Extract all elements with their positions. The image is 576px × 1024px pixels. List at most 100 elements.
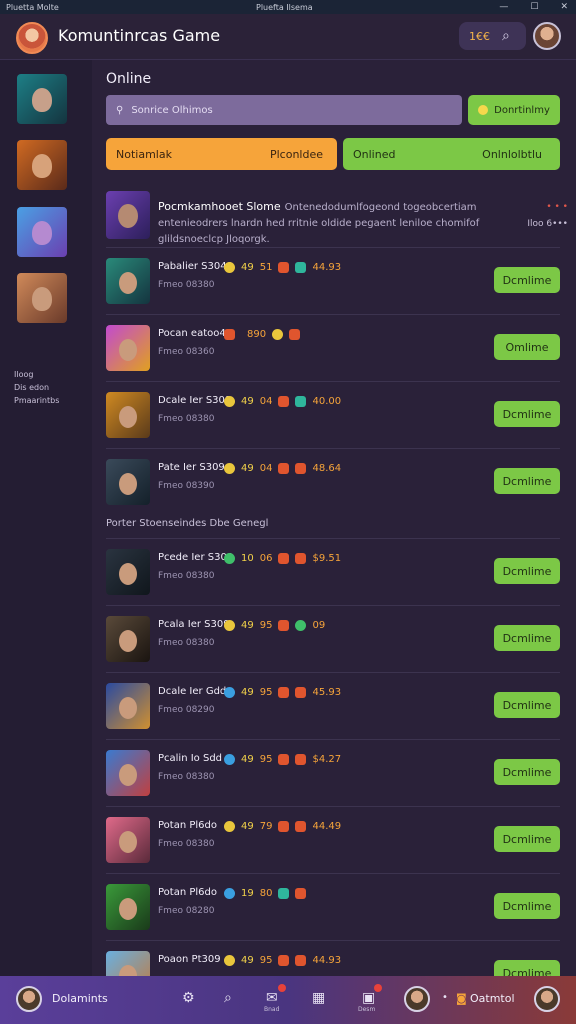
game-row[interactable]: Pabalier S3049 Fmeo 08380 49 51 44.93 Dcmlime xyxy=(106,247,560,313)
notification-badge xyxy=(374,984,382,992)
game-name: Pcala Ier S309 xyxy=(158,619,230,630)
close-button[interactable]: ✕ xyxy=(560,2,568,12)
sidebar-game-thumb[interactable] xyxy=(17,273,67,323)
stat-icon xyxy=(278,821,290,832)
featured-game[interactable]: Pocmkamhooet Slome Ontenedodumlfogeond to… xyxy=(106,191,568,247)
grid-icon[interactable]: ▦ xyxy=(312,990,325,1006)
game-stats: 49 95 09 xyxy=(224,620,325,631)
stat-icon xyxy=(295,687,307,698)
game-sub: Fmeo 08380 xyxy=(158,638,215,648)
game-thumb xyxy=(106,750,150,796)
game-name: Pabalier S3049 xyxy=(158,261,233,272)
header-pill-value: 1€€ xyxy=(469,29,490,43)
stat-icon xyxy=(278,888,290,899)
game-row[interactable]: Dcale Ier Gdd Fmeo 08290 49 95 45.93 Dcmlime xyxy=(106,672,560,738)
stat-icon xyxy=(224,396,235,407)
stat-value: 04 xyxy=(259,463,273,474)
row-action-button[interactable]: Dcmlime xyxy=(494,893,560,919)
bottom-label-left[interactable]: Dolamints xyxy=(52,992,108,1005)
stat-value: 48.64 xyxy=(312,463,342,474)
game-sub: Fmeo 08290 xyxy=(158,705,215,715)
game-stats: 49 04 40.00 xyxy=(224,396,341,407)
stat-value: 95 xyxy=(259,620,273,631)
row-action-button[interactable]: Omlime xyxy=(494,334,560,360)
stat-icon xyxy=(224,262,235,273)
sidebar: Iloog Dis edon Pmaarintbs xyxy=(0,60,92,976)
game-thumb xyxy=(106,549,150,595)
game-stats: 10 06 $9.51 xyxy=(224,553,341,564)
game-row[interactable]: Pocan eatoo49 Fmeo 08360 890 Omlime xyxy=(106,314,560,380)
tab-notifications[interactable]: Notiamlak Plconldee xyxy=(106,138,337,170)
game-name: Pcede Ier S309 xyxy=(158,552,234,563)
minimize-button[interactable]: — xyxy=(499,2,508,12)
app-logo-avatar[interactable] xyxy=(16,22,48,54)
search-button[interactable]: Donrtinlmy xyxy=(468,95,560,125)
stat-icon xyxy=(224,553,235,564)
game-thumb xyxy=(106,258,150,304)
search-placeholder: Sonrice Olhimos xyxy=(131,104,213,116)
game-sub: Fmeo 08360 xyxy=(158,347,215,357)
row-action-button[interactable]: Dcmlime xyxy=(494,267,560,293)
sidebar-game-thumb[interactable] xyxy=(17,74,67,124)
search-icon[interactable]: ⌕ xyxy=(502,28,510,44)
app-header: Komuntinrcas Game 1€€ ⌕ xyxy=(0,14,576,60)
game-row[interactable]: Pate Ier S309 Fmeo 08390 49 04 48.64 Dcmlime xyxy=(106,448,560,514)
row-action-button[interactable]: Dcmlime xyxy=(494,625,560,651)
game-sub: Fmeo 08380 xyxy=(158,839,215,849)
stat-value: 51 xyxy=(259,262,273,273)
stat-value: 40.00 xyxy=(312,396,342,407)
row-action-button[interactable]: Dcmlime xyxy=(494,401,560,427)
stat-value: $9.51 xyxy=(312,553,342,564)
game-row[interactable]: Dcale Ier S309 Fmeo 08380 49 04 40.00 Dcmlime xyxy=(106,381,560,447)
stat-icon xyxy=(295,955,307,966)
game-row[interactable]: Potan Pl6do Fmeo 08380 49 79 44.49 Dcmlime xyxy=(106,806,560,872)
user-avatar[interactable] xyxy=(533,22,561,50)
message-icon[interactable]: ✉ xyxy=(266,990,278,1006)
tab-online[interactable]: Onlined Onlnlolbtlu xyxy=(343,138,560,170)
row-action-button[interactable]: Dcmlime xyxy=(494,826,560,852)
sidebar-game-thumb[interactable] xyxy=(17,207,67,257)
row-action-button[interactable]: Dcmlime xyxy=(494,692,560,718)
game-row[interactable]: Pcalin Io Sdd Fmeo 08380 49 95 $4.27 Dcmlime xyxy=(106,739,560,805)
game-name: Pcalin Io Sdd xyxy=(158,753,223,764)
game-thumb xyxy=(106,817,150,863)
gear-icon[interactable]: ⚙ xyxy=(182,990,195,1006)
game-row[interactable]: Pcala Ier S309 Fmeo 08380 49 95 09 Dcmlime xyxy=(106,605,560,671)
stat-value: 45.93 xyxy=(312,687,342,698)
game-name: Pocan eatoo49 xyxy=(158,328,233,339)
game-sub: Fmeo 08280 xyxy=(158,906,215,916)
calendar-icon[interactable]: ▣ xyxy=(362,990,375,1006)
sidebar-game-thumb[interactable] xyxy=(17,140,67,190)
bottom-avatar[interactable] xyxy=(404,986,430,1012)
header-pill[interactable]: 1€€ ⌕ xyxy=(459,22,526,50)
row-action-button[interactable]: Dcmlime xyxy=(494,558,560,584)
window-titlebar: Pluetta Molte Pluefta Ilsema — ☐ ✕ xyxy=(0,0,576,14)
game-row[interactable]: Potan Pl6do Fmeo 08280 19 80 Dcmlime xyxy=(106,873,560,939)
bottom-avatar[interactable] xyxy=(16,986,42,1012)
stat-value: 44.93 xyxy=(312,955,342,966)
search-input[interactable]: ⚲ Sonrice Olhimos xyxy=(106,95,462,125)
stat-icon xyxy=(224,329,235,340)
featured-meta-top[interactable]: • • • xyxy=(512,199,568,216)
stat-icon xyxy=(278,955,290,966)
stat-icon xyxy=(224,955,235,966)
featured-meta: • • • Iloo 6••• xyxy=(512,199,568,233)
game-row[interactable]: Pcede Ier S309 Fmeo 08380 10 06 $9.51 Dcmlime xyxy=(106,538,560,604)
stat-icon xyxy=(295,888,307,899)
game-name: Pate Ier S309 xyxy=(158,462,225,473)
tab-right-label: Onlnlolbtlu xyxy=(482,147,542,161)
stat-icon xyxy=(295,553,307,564)
row-action-button[interactable]: Dcmlime xyxy=(494,468,560,494)
row-action-button[interactable]: Dcmlime xyxy=(494,759,560,785)
smile-icon xyxy=(478,105,489,115)
stat-value: $4.27 xyxy=(312,754,342,765)
maximize-button[interactable]: ☐ xyxy=(530,2,538,12)
search-icon[interactable]: ⌕ xyxy=(224,990,232,1006)
game-thumb xyxy=(106,325,150,371)
game-stats: 19 80 xyxy=(224,888,312,899)
stat-value: 49 xyxy=(241,821,254,832)
main-panel: Online ⚲ Sonrice Olhimos Donrtinlmy Noti… xyxy=(92,60,576,997)
bottom-label-right[interactable]: Oatmtol xyxy=(470,992,515,1005)
stat-icon xyxy=(224,620,235,631)
bottom-avatar[interactable] xyxy=(534,986,560,1012)
